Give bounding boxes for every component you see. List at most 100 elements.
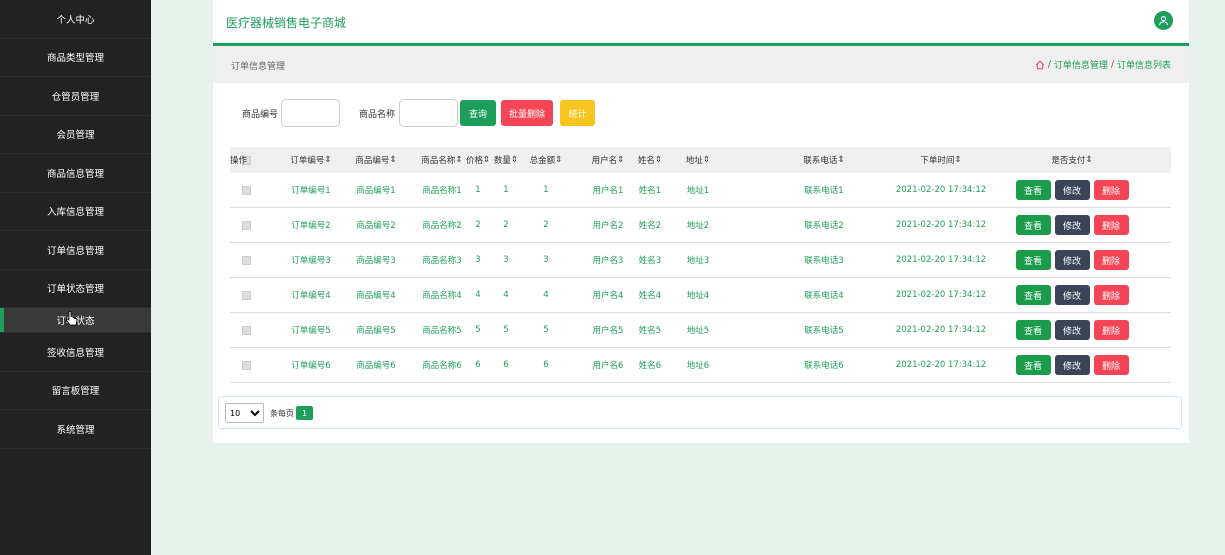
cell-phone: 联系电话3	[804, 256, 844, 266]
view-button[interactable]: 查看	[1015, 285, 1051, 305]
sidebar-item-7[interactable]: 订单状态管理	[0, 270, 151, 308]
column-header[interactable]: 数量 ⇕	[493, 147, 519, 173]
sidebar-item-5[interactable]: 入库信息管理	[0, 193, 151, 231]
cell-username: 用户名2	[592, 221, 624, 231]
row-checkbox[interactable]	[241, 360, 251, 370]
delete-button[interactable]: 删除	[1093, 355, 1129, 375]
table-header: 订单编号 ⇕ 商品编号 ⇕ 商品名称 ⇕ 价格 ⇕ 数量 ⇕ 总金额 ⇕ 用户名 ⇕ 姓名 ⇕ 地址 ⇕ 联系电话 ⇕…	[230, 147, 1171, 173]
sidebar-item-11[interactable]: 系统管理	[0, 410, 151, 449]
column-header[interactable]: 价格 ⇕	[466, 147, 490, 173]
sort-icon: ⇕	[389, 155, 397, 165]
view-button[interactable]: 查看	[1015, 180, 1051, 200]
cell-name: 姓名1	[638, 186, 662, 196]
cell-name: 姓名6	[638, 361, 662, 371]
cell-total: 3	[543, 255, 549, 265]
cell-order-no: 订单编号4	[291, 291, 331, 301]
sidebar-item-1[interactable]: 商品类型管理	[0, 39, 151, 77]
page-size-select[interactable]: 10	[225, 403, 264, 423]
product-name-input[interactable]	[399, 99, 458, 127]
batch-delete-button[interactable]: 批量删除	[501, 100, 553, 126]
column-header[interactable]: 商品名称 ⇕	[410, 147, 474, 173]
sidebar-item-label: 签收信息管理	[46, 347, 104, 359]
column-header[interactable]: 姓名 ⇕	[635, 147, 665, 173]
cell-address: 地址2	[686, 221, 710, 231]
column-header[interactable]: 用户名 ⇕	[582, 147, 634, 173]
cell-product-no: 商品编号6	[356, 361, 396, 371]
edit-button[interactable]: 修改	[1054, 355, 1090, 375]
row-checkbox[interactable]	[241, 255, 251, 265]
sidebar-item-9[interactable]: 签收信息管理	[0, 333, 151, 372]
cell-username: 用户名6	[592, 361, 624, 371]
cell-product-no: 商品编号3	[356, 256, 396, 266]
breadcrumb-separator: /	[1047, 59, 1051, 70]
edit-button[interactable]: 修改	[1054, 215, 1090, 235]
table-row: 订单编号5 商品编号5 商品名称5 5 5 5 用户名5 姓名5 地址5 联系电话5 2021-02…	[230, 313, 1171, 348]
cell-product-name: 商品名称6	[422, 361, 462, 371]
delete-button[interactable]: 删除	[1093, 320, 1129, 340]
view-button[interactable]: 查看	[1015, 320, 1051, 340]
row-actions: 查看 修改 删除	[1002, 208, 1142, 242]
cell-total: 2	[543, 220, 549, 230]
cell-phone: 联系电话4	[804, 291, 844, 301]
sidebar-item-label: 系统管理	[56, 424, 95, 436]
row-checkbox[interactable]	[241, 220, 251, 230]
search-bar: 商品编号 商品名称 查询 批量删除 统计	[213, 99, 1189, 127]
cell-address: 地址6	[686, 361, 710, 371]
column-header[interactable]: 商品编号 ⇕	[344, 147, 408, 173]
top-header: 医疗器械销售电子商城	[213, 0, 1189, 46]
stats-button[interactable]: 统计	[560, 100, 595, 126]
cell-product-no: 商品编号2	[356, 221, 396, 231]
cell-time: 2021-02-20 17:34:12	[895, 360, 987, 370]
cell-product-name: 商品名称4	[422, 291, 462, 301]
product-no-input[interactable]	[281, 99, 340, 127]
view-button[interactable]: 查看	[1015, 355, 1051, 375]
delete-button[interactable]: 删除	[1093, 285, 1129, 305]
view-button[interactable]: 查看	[1015, 215, 1051, 235]
cell-order-no: 订单编号1	[291, 186, 331, 196]
view-button[interactable]: 查看	[1015, 250, 1051, 270]
breadcrumb-order-management[interactable]: 订单信息管理	[1054, 58, 1108, 71]
sort-icon: ⇕	[482, 155, 491, 165]
column-header[interactable]: 是否支付 ⇕	[1002, 147, 1142, 173]
column-header[interactable]: 订单编号 ⇕	[279, 147, 343, 173]
column-header[interactable]: 下单时间 ⇕	[904, 147, 978, 173]
sidebar-item-label: 订单信息管理	[46, 245, 104, 257]
column-header[interactable]: 总金额 ⇕	[526, 147, 566, 173]
edit-button[interactable]: 修改	[1054, 285, 1090, 305]
cell-qty: 2	[503, 220, 509, 230]
sort-icon: ⇕	[455, 155, 463, 165]
sidebar-item-3[interactable]: 会员管理	[0, 116, 151, 154]
sidebar-item-10[interactable]: 留言板管理	[0, 372, 151, 410]
cell-price: 5	[475, 325, 481, 335]
query-button[interactable]: 查询	[460, 100, 496, 126]
edit-button[interactable]: 修改	[1054, 320, 1090, 340]
row-checkbox[interactable]	[241, 185, 251, 195]
delete-button[interactable]: 删除	[1093, 180, 1129, 200]
sort-icon: ⇕	[510, 155, 519, 165]
row-checkbox[interactable]	[241, 290, 251, 300]
home-icon[interactable]	[1035, 60, 1045, 70]
column-header[interactable]: 联系电话 ⇕	[771, 147, 877, 173]
cell-price: 3	[475, 255, 481, 265]
page-number-current[interactable]: 1	[296, 406, 313, 420]
cell-phone: 联系电话5	[804, 326, 844, 336]
sidebar-item-0[interactable]: 个人中心	[0, 0, 151, 39]
table-row: 订单编号4 商品编号4 商品名称4 4 4 4 用户名4 姓名4 地址4 联系电话4 2021-02…	[230, 278, 1171, 313]
edit-button[interactable]: 修改	[1054, 180, 1090, 200]
sort-icon: ⇕	[324, 155, 332, 165]
delete-button[interactable]: 删除	[1093, 250, 1129, 270]
page-title: 订单信息管理	[231, 62, 286, 72]
user-icon[interactable]	[1154, 11, 1173, 30]
cell-qty: 5	[503, 325, 509, 335]
delete-button[interactable]: 删除	[1093, 215, 1129, 235]
sidebar-item-4[interactable]: 商品信息管理	[0, 154, 151, 193]
cell-time: 2021-02-20 17:34:12	[895, 220, 987, 230]
column-header[interactable]: 地址 ⇕	[676, 147, 720, 173]
cell-username: 用户名1	[592, 186, 624, 196]
column-header: 操作	[230, 156, 248, 166]
sidebar-item-6[interactable]: 订单信息管理	[0, 231, 151, 270]
row-checkbox[interactable]	[241, 325, 251, 335]
breadcrumb-order-list[interactable]: 订单信息列表	[1117, 58, 1171, 71]
sidebar-item-2[interactable]: 仓管员管理	[0, 77, 151, 116]
edit-button[interactable]: 修改	[1054, 250, 1090, 270]
